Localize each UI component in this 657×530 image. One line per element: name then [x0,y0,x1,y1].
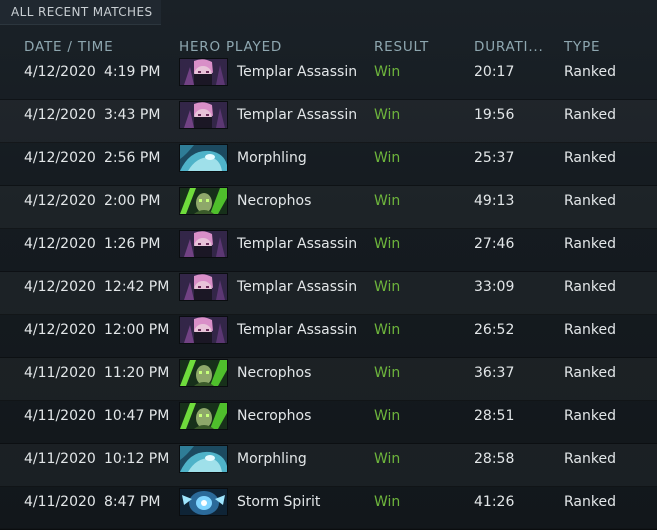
necrophos-portrait [179,402,228,430]
match-type: Ranked [564,494,616,510]
hero-name: Templar Assassin [237,107,358,123]
match-type: Ranked [564,451,616,467]
match-type: Ranked [564,236,616,252]
match-time: 2:56 PM [104,150,161,166]
match-type: Ranked [564,150,616,166]
match-list: 4/12/2020 4:19 PM Templar Assassin Win 20:17… [0,57,657,530]
match-row[interactable]: 4/11/2020 10:47 PM Necrophos Win 28:51 Ranked [0,401,657,444]
column-header-duration[interactable]: DURATI... [474,39,544,55]
hero-name: Necrophos [237,365,312,381]
match-time: 4:19 PM [104,64,161,80]
match-time: 8:47 PM [104,494,161,510]
match-duration: 41:26 [474,494,515,510]
morphling-portrait [179,144,228,172]
match-time: 12:00 PM [104,322,170,338]
match-date: 4/12/2020 [24,150,96,166]
match-date: 4/11/2020 [24,494,96,510]
hero-name: Morphling [237,451,307,467]
match-type: Ranked [564,107,616,123]
match-row[interactable]: 4/12/2020 1:26 PM Templar Assassin Win 27:46… [0,229,657,272]
match-duration: 20:17 [474,64,515,80]
tab-all-recent-matches[interactable]: ALL RECENT MATCHES [0,0,161,25]
hero-name: Templar Assassin [237,64,358,80]
match-duration: 28:51 [474,408,515,424]
match-time: 12:42 PM [104,279,170,295]
match-duration: 36:37 [474,365,515,381]
match-time: 2:00 PM [104,193,161,209]
match-date: 4/11/2020 [24,408,96,424]
hero-name: Necrophos [237,193,312,209]
match-date: 4/12/2020 [24,322,96,338]
table-header: DATE / TIME HERO PLAYED RESULT DURATI...… [0,37,657,57]
templar-assassin-portrait [179,316,228,344]
hero-name: Necrophos [237,408,312,424]
column-header-type[interactable]: TYPE [564,39,600,55]
match-duration: 19:56 [474,107,515,123]
hero-name: Templar Assassin [237,279,358,295]
match-result: Win [374,236,401,252]
match-date: 4/12/2020 [24,64,96,80]
match-result: Win [374,322,401,338]
column-header-hero[interactable]: HERO PLAYED [179,39,282,55]
match-type: Ranked [564,193,616,209]
match-row[interactable]: 4/11/2020 10:12 PM Morphling Win 28:58 Ranked [0,444,657,487]
match-type: Ranked [564,279,616,295]
match-type: Ranked [564,322,616,338]
match-date: 4/12/2020 [24,193,96,209]
match-result: Win [374,193,401,209]
match-result: Win [374,365,401,381]
necrophos-portrait [179,187,228,215]
hero-name: Morphling [237,150,307,166]
match-row[interactable]: 4/12/2020 12:42 PM Templar Assassin Win 33:0… [0,272,657,315]
match-type: Ranked [564,365,616,381]
match-result: Win [374,107,401,123]
match-type: Ranked [564,64,616,80]
match-time: 11:20 PM [104,365,170,381]
templar-assassin-portrait [179,58,228,86]
match-time: 10:47 PM [104,408,170,424]
match-duration: 26:52 [474,322,515,338]
match-result: Win [374,408,401,424]
match-row[interactable]: 4/11/2020 11:20 PM Necrophos Win 36:37 Ranked [0,358,657,401]
match-duration: 27:46 [474,236,515,252]
match-time: 10:12 PM [104,451,170,467]
match-row[interactable]: 4/12/2020 4:19 PM Templar Assassin Win 20:17… [0,57,657,100]
match-time: 1:26 PM [104,236,161,252]
match-result: Win [374,494,401,510]
hero-name: Templar Assassin [237,322,358,338]
match-date: 4/12/2020 [24,236,96,252]
match-duration: 49:13 [474,193,515,209]
match-time: 3:43 PM [104,107,161,123]
match-result: Win [374,279,401,295]
recent-matches-panel: ALL RECENT MATCHES DATE / TIME HERO PLAY… [0,0,657,530]
match-duration: 28:58 [474,451,515,467]
column-header-date-time[interactable]: DATE / TIME [24,39,113,55]
match-row[interactable]: 4/12/2020 2:00 PM Necrophos Win 49:13 Ranked [0,186,657,229]
match-duration: 33:09 [474,279,515,295]
hero-name: Storm Spirit [237,494,321,510]
match-row[interactable]: 4/12/2020 12:00 PM Templar Assassin Win 26:5… [0,315,657,358]
morphling-portrait [179,445,228,473]
templar-assassin-portrait [179,273,228,301]
match-row[interactable]: 4/12/2020 3:43 PM Templar Assassin Win 19:56… [0,100,657,143]
match-result: Win [374,150,401,166]
column-header-result[interactable]: RESULT [374,39,429,55]
match-date: 4/11/2020 [24,451,96,467]
match-result: Win [374,451,401,467]
hero-name: Templar Assassin [237,236,358,252]
match-date: 4/12/2020 [24,279,96,295]
necrophos-portrait [179,359,228,387]
match-row[interactable]: 4/12/2020 2:56 PM Morphling Win 25:37 Ranked [0,143,657,186]
match-duration: 25:37 [474,150,515,166]
match-date: 4/12/2020 [24,107,96,123]
templar-assassin-portrait [179,101,228,129]
templar-assassin-portrait [179,230,228,258]
match-date: 4/11/2020 [24,365,96,381]
storm-spirit-portrait [179,488,228,516]
match-row[interactable]: 4/11/2020 8:47 PM Storm Spirit Win 41:26 Rank… [0,487,657,530]
match-type: Ranked [564,408,616,424]
match-result: Win [374,64,401,80]
